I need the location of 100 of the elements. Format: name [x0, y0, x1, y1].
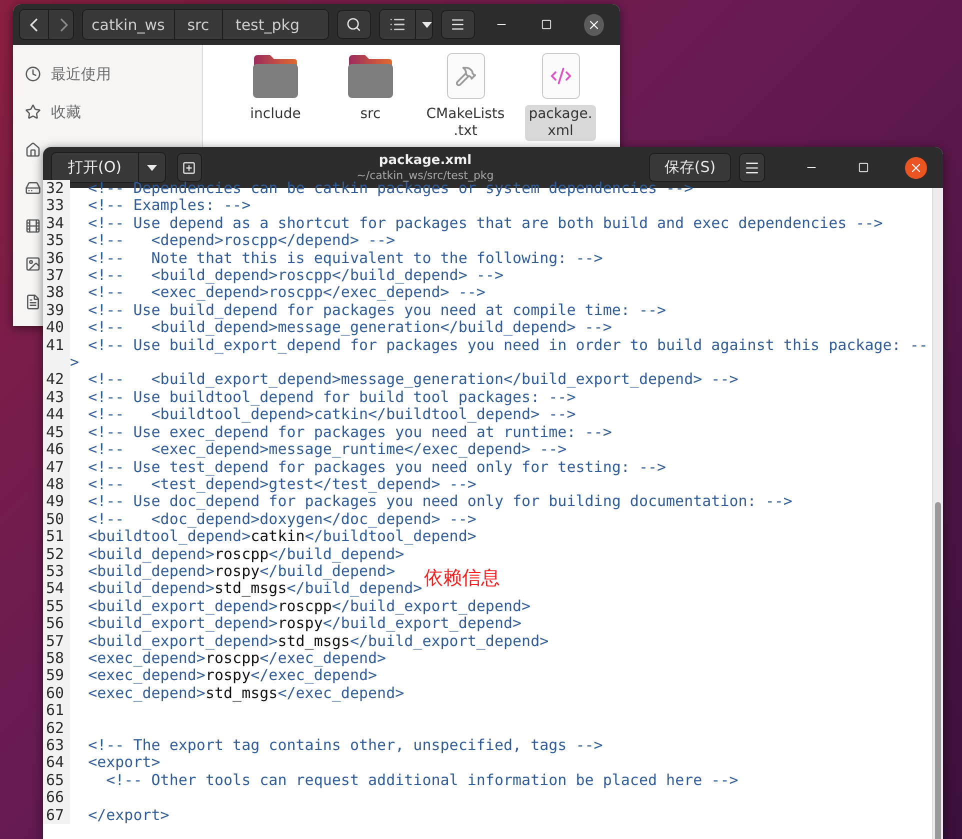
- window-subtitle: ~/catkin_ws/src/test_pkg: [356, 168, 494, 182]
- line-number: 67: [43, 806, 70, 824]
- line-number: 42: [43, 371, 70, 389]
- close-button[interactable]: [584, 14, 604, 36]
- maximize-icon: [541, 19, 552, 30]
- line-number: 36: [43, 250, 70, 268]
- line-number: 63: [43, 737, 70, 754]
- line-number: 62: [43, 720, 70, 737]
- code-line: <build_export_depend>rospy</build_export_depend>: [87, 615, 522, 633]
- file-name[interactable]: package. xml: [524, 105, 596, 141]
- window-title: package.xml: [378, 152, 472, 168]
- menu-icon: [744, 160, 760, 176]
- line-number: 61: [43, 702, 70, 720]
- code-line: <exec_depend>rospy</exec_depend>: [87, 667, 378, 685]
- code-line: <!-- <test_depend>gtest</test_depend> -->: [87, 476, 476, 494]
- code-line: <build_depend>rospy</build_depend>: [87, 562, 396, 580]
- line-number: 53: [43, 562, 70, 580]
- line-number: 43: [43, 388, 70, 406]
- folder-icon: [347, 53, 394, 99]
- line-number: 49: [43, 493, 70, 511]
- annotation-text: 依赖信息: [424, 566, 500, 591]
- code-line: <exec_depend>roscpp</exec_depend>: [87, 650, 386, 668]
- line-number: 35: [43, 232, 70, 250]
- line-number: 55: [43, 598, 70, 616]
- file-icon: [446, 53, 484, 99]
- save-button[interactable]: 保存(S): [649, 153, 731, 182]
- scrollbar-thumb[interactable]: [935, 502, 941, 839]
- new-tab-button[interactable]: [176, 153, 202, 182]
- file-name[interactable]: src: [356, 105, 385, 124]
- file-icon: [542, 53, 580, 99]
- code-line: <!-- Use exec_depend for packages you need at runtime: -->: [87, 424, 612, 442]
- image-icon: [25, 256, 41, 272]
- line-number: 65: [43, 772, 70, 790]
- close-button[interactable]: [905, 156, 927, 178]
- open-menu-button[interactable]: [138, 153, 165, 182]
- line-number: 40: [43, 319, 70, 337]
- code-line: <export>: [87, 754, 160, 772]
- code-line: <!-- Use doc_depend for packages you need only for building documentation: -->: [87, 493, 792, 511]
- code-line: <build_export_depend>std_msgs</build_export_depend>: [87, 632, 549, 650]
- open-button[interactable]: 打开(O): [52, 153, 139, 182]
- line-number: 41: [43, 336, 70, 372]
- line-number: 47: [43, 458, 70, 476]
- code-line: <!-- Use buildtool_depend for build tool packages: -->: [87, 388, 576, 406]
- line-number: 52: [43, 546, 70, 563]
- code-line: <!-- Use test_depend for packages you need only for testing: -->: [87, 458, 666, 476]
- line-number: 54: [43, 580, 70, 598]
- line-number: 34: [43, 214, 70, 232]
- scrollbar[interactable]: [932, 188, 943, 839]
- line-number: 50: [43, 510, 70, 528]
- code-line: <buildtool_depend>catkin</buildtool_depend>: [87, 528, 476, 546]
- line-number: 37: [43, 267, 70, 284]
- menu-button[interactable]: [441, 10, 475, 39]
- new-tab-icon: [182, 160, 196, 174]
- code-line: <exec_depend>std_msgs</exec_depend>: [87, 684, 404, 702]
- sidebar-item[interactable]: 收藏: [51, 102, 81, 122]
- code-line: <!-- <build_depend>roscpp</build_depend> -->: [87, 267, 504, 284]
- file-name[interactable]: CMakeLists .txt: [422, 105, 509, 141]
- view-options-button[interactable]: [416, 10, 432, 39]
- list-icon: [388, 16, 406, 33]
- clock-icon: [25, 66, 41, 82]
- sidebar-item[interactable]: 最近使用: [51, 64, 111, 84]
- line-number: 38: [43, 284, 70, 302]
- file-name[interactable]: include: [246, 105, 305, 124]
- back-button[interactable]: [20, 10, 49, 39]
- code-line: <!-- <depend>roscpp</depend> -->: [87, 232, 396, 250]
- drive-icon: [25, 180, 41, 196]
- line-number: 56: [43, 615, 70, 633]
- code-line: <!-- The export tag contains other, unspecified, tags -->: [87, 737, 603, 754]
- line-number: 32: [43, 180, 70, 198]
- code-line: <build_depend>roscpp</build_depend>: [87, 546, 404, 563]
- line-number: 57: [43, 632, 70, 650]
- caret-icon: [422, 22, 432, 28]
- line-number: 58: [43, 650, 70, 668]
- home-icon: [25, 142, 41, 158]
- code-line: <!-- <build_export_depend>message_generation</build_export_depend> -->: [87, 371, 738, 389]
- code-line: </export>: [87, 806, 170, 824]
- search-button[interactable]: [337, 10, 371, 39]
- line-number: 46: [43, 441, 70, 458]
- line-number: 64: [43, 754, 70, 772]
- code-line: <!-- Note that this is equivalent to the following: -->: [87, 250, 603, 268]
- chevron-right-icon: [60, 18, 68, 32]
- chevron-left-icon: [30, 18, 38, 32]
- star-icon: [25, 104, 41, 120]
- menu-button[interactable]: [739, 153, 765, 182]
- line-number: 44: [43, 406, 70, 424]
- view-button[interactable]: [380, 10, 416, 39]
- path-button[interactable]: catkin_ws: [82, 10, 175, 39]
- code-line: <build_export_depend>roscpp</build_export_depend>: [87, 598, 531, 616]
- code-line: <!-- <exec_depend>message_runtime</exec_depend> -->: [87, 441, 567, 458]
- path-button[interactable]: test_pkg: [222, 10, 328, 39]
- path-button[interactable]: src: [174, 10, 223, 39]
- code-line: <!-- Use build_depend for packages you need at compile time: -->: [87, 302, 666, 320]
- maximize-icon: [858, 162, 868, 173]
- code-line: <!-- Other tools can request additional information be placed here -->: [105, 772, 738, 790]
- film-icon: [25, 218, 41, 234]
- forward-button[interactable]: [49, 10, 73, 39]
- line-number: 45: [43, 424, 70, 442]
- code-line: <!-- <buildtool_depend>catkin</buildtool_depend> -->: [87, 406, 576, 424]
- code-line: <!-- Use build_export_depend for packages you need in order to build against this package: -->: [70, 336, 928, 372]
- line-number: 66: [43, 789, 70, 807]
